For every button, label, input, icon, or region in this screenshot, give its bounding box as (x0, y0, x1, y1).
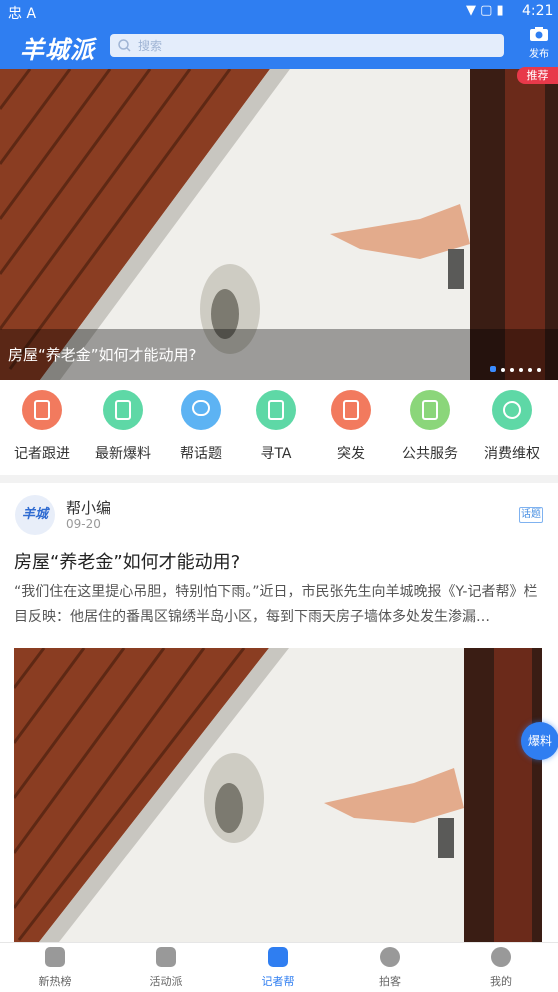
post-summary[interactable]: “我们住在这里提心吊胆，特别怕下雨。”近日，市民张先生向羊城晚报《Y-记者帮》栏… (14, 580, 544, 630)
fire-icon (45, 947, 65, 967)
category-reporter-follow[interactable]: 记者跟进 (2, 390, 82, 463)
clock: 4:21 (522, 3, 554, 19)
recommend-badge: 推荐 (517, 67, 558, 84)
banner-caption: 房屋“养老金”如何才能动用? (8, 346, 197, 364)
banner-image (0, 69, 558, 380)
status-bar: 忠 A ▼ ▢ ▮ 4:21 (0, 0, 558, 24)
heart-icon (380, 947, 400, 967)
category-public-service[interactable]: 公共服务 (390, 390, 470, 463)
edit-icon (256, 390, 296, 430)
search-placeholder: 搜索 (138, 39, 163, 53)
category-help-topics[interactable]: 帮话题 (161, 390, 241, 463)
signal-icons: ▼ ▢ ▮ (466, 3, 504, 18)
tab-photographer[interactable]: 拍客 (350, 947, 430, 989)
tab-events[interactable]: 活动派 (126, 947, 206, 989)
post-image[interactable] (14, 648, 542, 942)
edit-icon (103, 390, 143, 430)
search-icon (118, 39, 131, 52)
top-header: 羊城派 搜索 发布 (0, 24, 558, 69)
refresh-icon (492, 390, 532, 430)
notification-icons: 忠 A (8, 6, 37, 22)
category-find-ta[interactable]: 寻TA (236, 390, 316, 463)
app-logo: 羊城派 (20, 35, 95, 64)
post-author[interactable]: 帮小编 (66, 497, 111, 518)
post-date: 09-20 (66, 517, 101, 531)
category-grid: 记者跟进 最新爆料 帮话题 寻TA 突发 公共服务 消费维权 (0, 380, 558, 475)
bottom-tab-bar: 新热榜 活动派 记者帮 拍客 我的 (0, 942, 558, 992)
publish-label: 发布 (529, 49, 549, 60)
tab-reporter-help[interactable]: 记者帮 (238, 947, 318, 989)
banner-carousel[interactable] (0, 69, 558, 380)
flag-icon (156, 947, 176, 967)
chat-icon (181, 390, 221, 430)
category-consumer-rights[interactable]: 消费维权 (472, 390, 552, 463)
tab-hot-list[interactable]: 新热榜 (15, 947, 95, 989)
post-photo (14, 648, 542, 942)
search-input[interactable]: 搜索 (110, 34, 504, 57)
camera-icon (268, 947, 288, 967)
camera-icon (530, 27, 548, 41)
publish-button[interactable]: 发布 (522, 26, 556, 66)
carousel-indicator (490, 357, 546, 376)
section-divider (0, 475, 558, 483)
home-icon (331, 390, 371, 430)
document-icon (22, 390, 62, 430)
topic-badge: 话题 (519, 507, 543, 523)
tab-mine[interactable]: 我的 (461, 947, 541, 989)
category-latest-tips[interactable]: 最新爆料 (83, 390, 163, 463)
report-fab-button[interactable]: 爆料 (521, 722, 558, 760)
user-icon (491, 947, 511, 967)
category-breaking[interactable]: 突发 (311, 390, 391, 463)
avatar[interactable]: 羊城 (15, 495, 55, 535)
post-title[interactable]: 房屋“养老金”如何才能动用? (14, 548, 240, 574)
save-icon (410, 390, 450, 430)
